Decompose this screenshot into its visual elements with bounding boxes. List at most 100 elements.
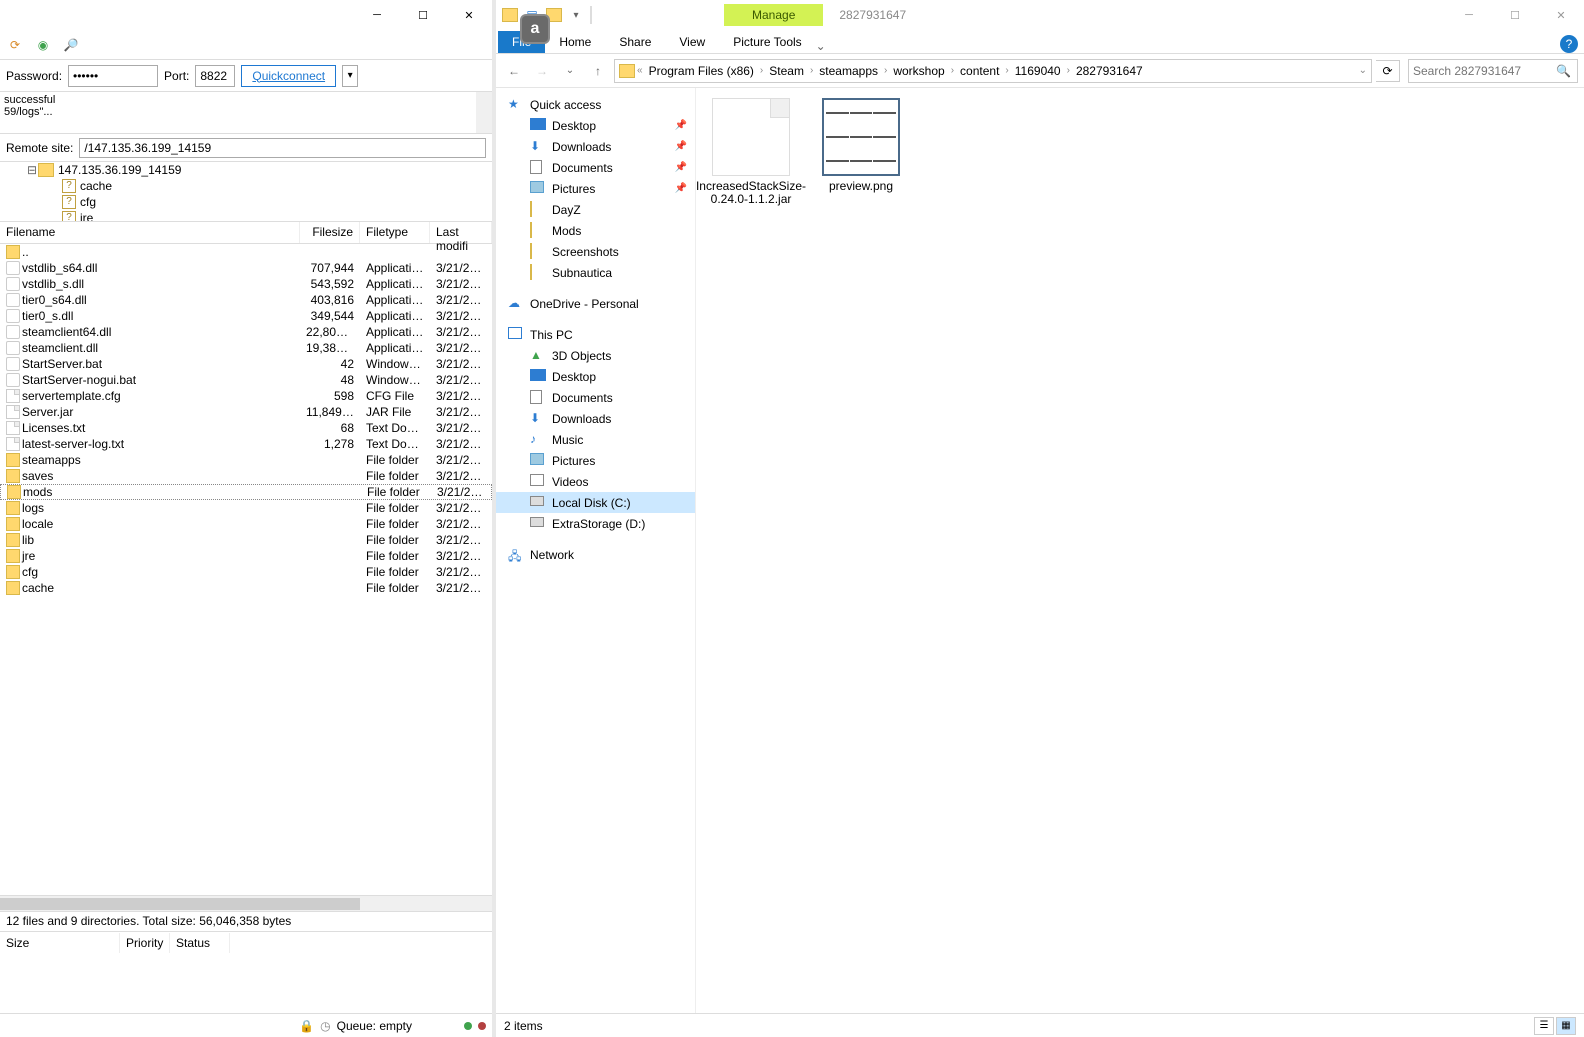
nav-item[interactable]: Pictures📌 [496, 178, 695, 199]
nav-item[interactable]: ⬇Downloads📌 [496, 136, 695, 157]
file-row[interactable]: .. [0, 244, 492, 260]
ribbon-expand-icon[interactable]: ⌄ [816, 39, 826, 53]
search-box[interactable]: 🔍 [1408, 59, 1578, 83]
nav-section-header[interactable]: This PC [496, 324, 695, 345]
nav-section-header[interactable]: 🖧Network [496, 544, 695, 565]
file-row[interactable]: steamclient64.dll22,808,784Applicatio...… [0, 324, 492, 340]
file-row[interactable]: StartServer-nogui.bat48Windows B...3/21/… [0, 372, 492, 388]
file-row[interactable]: Server.jar11,849,548JAR File3/21/2024 1 [0, 404, 492, 420]
tree-node[interactable]: ? cache [0, 178, 492, 194]
file-list-header[interactable]: Filename Filesize Filetype Last modifi [0, 222, 492, 244]
nav-item[interactable]: Desktop [496, 366, 695, 387]
chevron-right-icon[interactable]: « [637, 65, 643, 76]
file-row[interactable]: tier0_s64.dll403,816Applicatio...3/21/20… [0, 292, 492, 308]
maximize-button[interactable]: ☐ [400, 0, 446, 30]
nav-item[interactable]: Documents [496, 387, 695, 408]
content-pane[interactable]: IncreasedStackSize-0.24.0-1.1.2.jar prev… [696, 88, 1584, 1013]
maximize-button[interactable]: ☐ [1492, 0, 1538, 30]
file-row[interactable]: steamclient.dll19,381,096Applicatio...3/… [0, 340, 492, 356]
breadcrumb-item[interactable]: Program Files (x86) [645, 64, 758, 78]
navigation-pane[interactable]: ★Quick accessDesktop📌⬇Downloads📌Document… [496, 88, 696, 1013]
remote-tree[interactable]: ⊟ 147.135.36.199_14159 ? cache ? cfg ? j… [0, 162, 492, 222]
quickconnect-button[interactable]: Quickconnect [241, 65, 336, 87]
file-row[interactable]: jreFile folder3/21/2024 1 [0, 548, 492, 564]
file-row[interactable]: Licenses.txt68Text Docu...3/21/2024 1 [0, 420, 492, 436]
nav-section-header[interactable]: ★Quick access [496, 94, 695, 115]
file-row[interactable]: tier0_s.dll349,544Applicatio...3/21/2024… [0, 308, 492, 324]
search-input[interactable] [1413, 64, 1573, 78]
view-icons-button[interactable]: ▦ [1556, 1017, 1576, 1035]
breadcrumb-item[interactable]: Steam [765, 64, 808, 78]
tree-node-root[interactable]: ⊟ 147.135.36.199_14159 [0, 162, 492, 178]
breadcrumb-dropdown-icon[interactable]: ⌄ [1359, 65, 1367, 76]
tree-node[interactable]: ? cfg [0, 194, 492, 210]
nav-item[interactable]: Screenshots [496, 241, 695, 262]
file-row[interactable]: StartServer.bat42Windows B...3/21/2024 1 [0, 356, 492, 372]
nav-item[interactable]: ExtraStorage (D:) [496, 513, 695, 534]
col-queue-status[interactable]: Status [170, 933, 230, 953]
file-row[interactable]: servertemplate.cfg598CFG File3/21/2024 1 [0, 388, 492, 404]
contextual-tab-manage[interactable]: Manage [724, 4, 823, 26]
file-item[interactable]: preview.png [816, 98, 906, 193]
minimize-button[interactable]: ─ [354, 0, 400, 30]
file-row[interactable]: localeFile folder3/21/2024 1 [0, 516, 492, 532]
help-button[interactable]: ? [1560, 35, 1578, 53]
nav-item[interactable]: ⬇Downloads [496, 408, 695, 429]
close-button[interactable]: ✕ [1538, 0, 1584, 30]
file-row[interactable]: latest-server-log.txt1,278Text Docu...3/… [0, 436, 492, 452]
nav-item[interactable]: DayZ [496, 199, 695, 220]
nav-item[interactable]: Desktop📌 [496, 115, 695, 136]
col-filesize[interactable]: Filesize [300, 222, 360, 243]
filter-icon[interactable]: ◉ [32, 34, 54, 56]
file-row[interactable]: cacheFile folder3/21/2024 1 [0, 580, 492, 596]
file-row[interactable]: savesFile folder3/21/2024 1 [0, 468, 492, 484]
nav-item[interactable]: Pictures [496, 450, 695, 471]
quickconnect-dropdown[interactable]: ▾ [342, 65, 358, 87]
back-button[interactable]: ← [502, 59, 526, 83]
forward-button[interactable]: → [530, 59, 554, 83]
queue-body[interactable] [0, 953, 492, 1013]
file-row[interactable]: vstdlib_s64.dll707,944Applicatio...3/21/… [0, 260, 492, 276]
remote-site-input[interactable] [79, 138, 486, 158]
recent-dropdown[interactable]: ⌄ [558, 59, 582, 83]
file-row[interactable]: steamappsFile folder3/21/2024 1 [0, 452, 492, 468]
port-input[interactable] [195, 65, 235, 87]
breadcrumb-item[interactable]: 2827931647 [1072, 64, 1147, 78]
scrollbar-horizontal[interactable] [0, 895, 492, 911]
nav-item[interactable]: ▲3D Objects [496, 345, 695, 366]
refresh-button[interactable]: ⟳ [1376, 60, 1400, 82]
close-button[interactable]: ✕ [446, 0, 492, 30]
nav-item[interactable]: Mods [496, 220, 695, 241]
minimize-button[interactable]: ─ [1446, 0, 1492, 30]
breadcrumb-item[interactable]: steamapps [815, 64, 882, 78]
col-queue-size[interactable]: Size [0, 933, 120, 953]
nav-item[interactable]: Subnautica [496, 262, 695, 283]
tab-home[interactable]: Home [545, 31, 605, 53]
tree-collapse-icon[interactable]: ⊟ [26, 163, 38, 177]
scrollbar-vertical[interactable] [476, 92, 492, 133]
log-pane[interactable]: successful 59/logs"... [0, 92, 492, 134]
breadcrumb-item[interactable]: content [956, 64, 1003, 78]
qat-dropdown-icon[interactable]: ▾ [566, 5, 586, 25]
nav-item[interactable]: Documents📌 [496, 157, 695, 178]
tab-picture-tools[interactable]: Picture Tools [719, 31, 815, 53]
file-row[interactable]: modsFile folder3/21/2024 1 [0, 484, 492, 500]
file-row[interactable]: vstdlib_s.dll543,592Applicatio...3/21/20… [0, 276, 492, 292]
file-list[interactable]: ..vstdlib_s64.dll707,944Applicatio...3/2… [0, 244, 492, 895]
nav-item[interactable]: ♪Music [496, 429, 695, 450]
col-filename[interactable]: Filename [0, 222, 300, 243]
file-item[interactable]: IncreasedStackSize-0.24.0-1.1.2.jar [706, 98, 796, 206]
col-lastmodified[interactable]: Last modifi [430, 222, 492, 243]
view-details-button[interactable]: ☰ [1534, 1017, 1554, 1035]
find-icon[interactable]: 🔎 [60, 34, 82, 56]
file-row[interactable]: cfgFile folder3/21/2024 1 [0, 564, 492, 580]
breadcrumb[interactable]: « Program Files (x86) › Steam › steamapp… [614, 59, 1372, 83]
queue-header[interactable]: Size Priority Status [0, 931, 492, 953]
nav-section-header[interactable]: ☁OneDrive - Personal [496, 293, 695, 314]
col-filetype[interactable]: Filetype [360, 222, 430, 243]
tree-node[interactable]: ? jre [0, 210, 492, 222]
breadcrumb-item[interactable]: 1169040 [1011, 64, 1065, 78]
file-row[interactable]: libFile folder3/21/2024 1 [0, 532, 492, 548]
nav-item[interactable]: Local Disk (C:) [496, 492, 695, 513]
col-queue-priority[interactable]: Priority [120, 933, 170, 953]
